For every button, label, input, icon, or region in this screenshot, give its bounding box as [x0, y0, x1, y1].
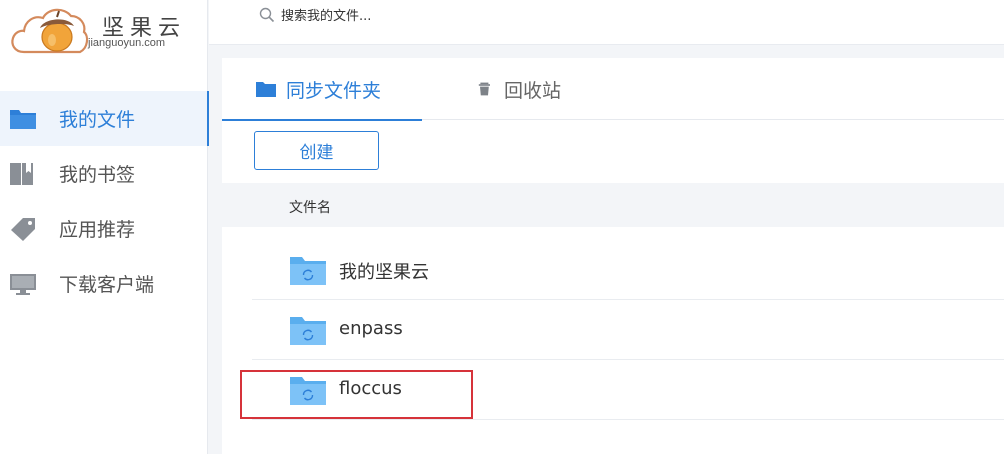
sidebar-item-label: 下载客户端 [59, 274, 155, 296]
sidebar-item-bookmarks[interactable]: 我的书签 [0, 146, 208, 201]
file-name[interactable]: 我的坚果云 [339, 258, 429, 284]
sidebar: 坚果云 jianguoyun.com 我的文件 我的书签 应用推荐 下载客户端 [0, 0, 209, 454]
file-name[interactable]: enpass [339, 318, 403, 339]
acorn-cloud-logo-icon [11, 8, 89, 54]
sync-folder-icon [290, 257, 326, 285]
top-bar [209, 0, 1004, 45]
sidebar-item-my-files[interactable]: 我的文件 [0, 91, 209, 146]
file-name[interactable]: floccus [339, 378, 402, 399]
tab-sync-folders[interactable]: 同步文件夹 [222, 58, 422, 121]
list-item[interactable]: enpass [252, 300, 1004, 360]
tab-label: 回收站 [504, 79, 562, 102]
bookmark-icon [10, 162, 33, 185]
sync-folder-icon [290, 377, 326, 405]
folder-icon [10, 109, 36, 129]
sidebar-item-label: 我的文件 [59, 109, 136, 131]
main-panel: 同步文件夹 回收站 创建 [222, 58, 1004, 183]
sync-folder-icon [290, 317, 326, 345]
sidebar-item-label: 我的书签 [59, 164, 136, 186]
sidebar-item-download-client[interactable]: 下载客户端 [0, 256, 208, 311]
search-icon [259, 7, 275, 23]
list-header: 文件名 [222, 183, 1004, 227]
monitor-icon [10, 273, 36, 295]
tab-label: 同步文件夹 [286, 79, 382, 102]
search-input[interactable] [281, 5, 581, 27]
create-button[interactable]: 创建 [254, 131, 379, 170]
sidebar-nav: 我的文件 我的书签 应用推荐 下载客户端 [0, 91, 209, 311]
list-item[interactable]: 我的坚果云 [252, 240, 1004, 300]
brand-domain: jianguoyun.com [88, 37, 166, 49]
column-header-name[interactable]: 文件名 [289, 197, 331, 217]
sidebar-item-label: 应用推荐 [59, 219, 136, 241]
file-list: 我的坚果云 enpass floccus [222, 227, 1004, 454]
tag-icon [11, 217, 35, 241]
list-item-highlighted[interactable]: floccus [240, 360, 1004, 420]
trash-icon [478, 82, 490, 96]
logo[interactable]: 坚果云 jianguoyun.com [10, 4, 200, 56]
tab-recycle-bin[interactable]: 回收站 [478, 58, 561, 120]
sidebar-item-app-recommendations[interactable]: 应用推荐 [0, 201, 208, 256]
folder-icon [256, 82, 276, 97]
tab-bar: 同步文件夹 回收站 [222, 58, 1004, 121]
